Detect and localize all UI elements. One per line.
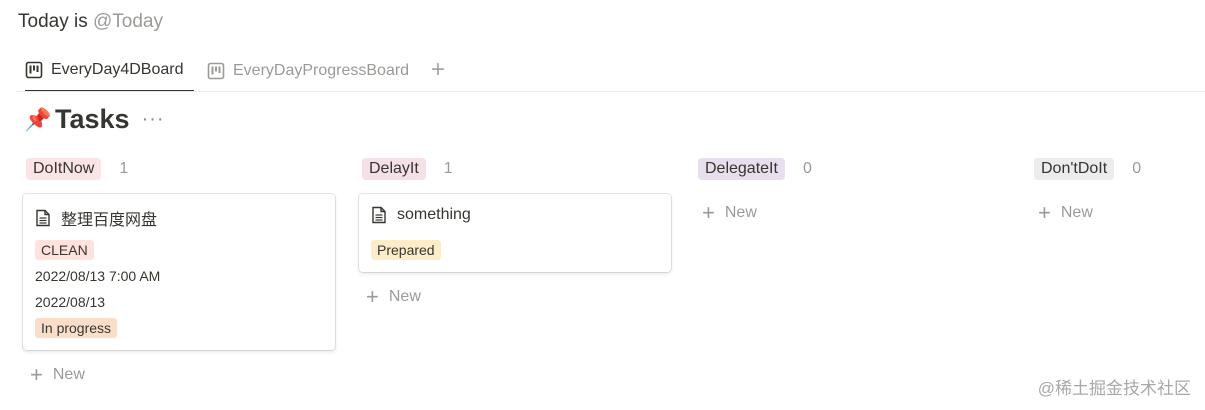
card-date: 2022/08/13: [35, 294, 106, 310]
view-tabs: EveryDay4DBoard EveryDayProgressBoard +: [17, 50, 1205, 92]
card-title: something: [371, 206, 471, 224]
plus-icon: +: [30, 362, 43, 387]
add-view-button[interactable]: +: [431, 58, 445, 82]
column-count: 1: [443, 160, 453, 177]
new-label: New: [1060, 204, 1093, 221]
column-tag: DoItNow: [26, 158, 102, 180]
new-card-button[interactable]: + New: [30, 362, 85, 387]
column-tag: DelegateIt: [698, 158, 785, 180]
new-label: New: [388, 288, 421, 305]
plus-icon: +: [1038, 200, 1051, 225]
column-header-dontdoit[interactable]: Don'tDoIt 0: [1034, 158, 1141, 180]
tab-label: EveryDayProgressBoard: [233, 61, 410, 79]
column-count: 0: [1132, 160, 1142, 177]
card-title: 整理百度网盘: [35, 206, 157, 230]
more-options-button[interactable]: ···: [142, 108, 165, 131]
pushpin-icon: 📌: [24, 106, 52, 132]
column-header-doitnow[interactable]: DoItNow 1: [26, 158, 128, 180]
plus-icon: +: [702, 200, 715, 225]
new-card-button[interactable]: + New: [702, 200, 757, 225]
board-icon: [25, 61, 43, 79]
card-title-text: 整理百度网盘: [61, 212, 158, 229]
today-line: Today is @Today: [18, 11, 163, 33]
tab-everydayprogressboard[interactable]: EveryDayProgressBoard: [207, 50, 409, 91]
tab-label: EveryDay4DBoard: [51, 61, 184, 78]
column-tag: Don'tDoIt: [1034, 158, 1115, 180]
column-count: 1: [119, 160, 129, 177]
column-header-delayit[interactable]: DelayIt 1: [362, 158, 453, 180]
card-title-text: something: [397, 206, 471, 223]
tag-pill: CLEAN: [35, 240, 94, 260]
plus-icon: +: [366, 284, 379, 309]
database-title-row: 📌 Tasks ···: [24, 104, 165, 135]
board-icon: [207, 62, 225, 79]
new-label: New: [52, 366, 85, 383]
column-tag: DelayIt: [362, 158, 426, 180]
status-pill: In progress: [35, 318, 118, 338]
column-count: 0: [802, 160, 812, 177]
page-icon: [36, 209, 50, 227]
board-card[interactable]: something Prepared: [359, 194, 671, 272]
board-card[interactable]: 整理百度网盘 CLEAN 2022/08/13 7:00 AM 2022/08/…: [23, 194, 335, 350]
database-title[interactable]: Tasks: [55, 104, 130, 135]
card-datetime: 2022/08/13 7:00 AM: [35, 268, 161, 284]
tab-everyday4dboard[interactable]: EveryDay4DBoard: [25, 50, 194, 92]
new-card-button[interactable]: + New: [1038, 200, 1093, 225]
page-icon: [372, 206, 386, 224]
today-prefix: Today is: [18, 11, 88, 32]
watermark: @稀土掘金技术社区: [1037, 379, 1191, 398]
tag-pill: Prepared: [371, 240, 441, 260]
new-card-button[interactable]: + New: [366, 284, 421, 309]
tabs-divider: [17, 91, 1205, 92]
new-label: New: [724, 204, 757, 221]
today-mention[interactable]: @Today: [93, 11, 163, 32]
column-header-delegateit[interactable]: DelegateIt 0: [698, 158, 812, 180]
